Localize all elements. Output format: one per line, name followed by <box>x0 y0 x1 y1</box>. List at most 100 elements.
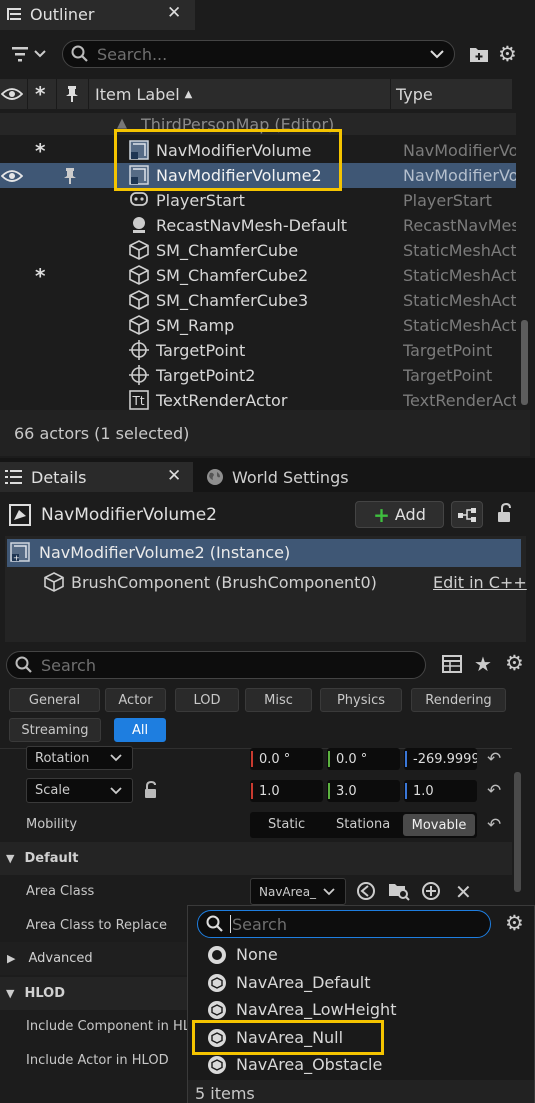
scale-dropdown[interactable]: Scale <box>26 778 133 803</box>
reset-rotation-icon[interactable]: ↶ <box>487 749 501 769</box>
collapse-triangle-icon: ▼ <box>6 987 15 1000</box>
details-scrollbar[interactable] <box>514 772 521 892</box>
reset-scale-icon[interactable]: ↶ <box>487 781 501 801</box>
static-mesh-icon <box>129 265 149 285</box>
picker-search-placeholder: Search <box>232 914 287 934</box>
filter-tab-rendering[interactable]: Rendering <box>411 688 506 712</box>
search-icon <box>15 656 32 673</box>
browse-asset-icon[interactable] <box>388 881 410 905</box>
row-type: StaticMeshActor <box>403 316 516 335</box>
outliner-close-icon[interactable]: ✕ <box>167 3 181 23</box>
row-type: RecastNavMesh <box>403 216 516 235</box>
rotation-dropdown[interactable]: Rotation <box>26 746 133 770</box>
collapse-triangle-icon: ▼ <box>6 852 15 865</box>
outliner-row[interactable]: SM_ChamferCube3 StaticMeshActor <box>0 288 516 313</box>
picker-option-none[interactable]: None <box>208 945 278 964</box>
picker-option-default[interactable]: NavArea_Default <box>208 973 371 992</box>
world-settings-tab-label: World Settings <box>232 467 349 487</box>
use-selected-asset-icon[interactable] <box>356 881 376 905</box>
pin-icon[interactable] <box>63 167 77 189</box>
globe-icon <box>207 469 223 485</box>
outliner-filter-button[interactable] <box>10 44 50 64</box>
picker-settings-gear-icon[interactable]: ⚙ <box>505 912 524 934</box>
picker-search[interactable]: Search <box>197 910 491 938</box>
details-close-icon[interactable]: ✕ <box>167 466 181 486</box>
outliner-status-text: 66 actors (1 selected) <box>14 424 190 443</box>
visibility-column-eye-icon[interactable] <box>0 86 24 106</box>
outliner-row[interactable]: TargetPoint TargetPoint <box>0 338 516 363</box>
type-column-header[interactable]: Type <box>396 85 433 104</box>
add-new-icon[interactable] <box>421 881 441 905</box>
area-class-dropdown[interactable]: NavArea_ <box>250 878 346 905</box>
header-divider <box>390 79 391 109</box>
mobility-movable-label: Movable <box>411 817 467 833</box>
unsaved-column-star-icon[interactable]: * <box>35 82 45 106</box>
actor-name[interactable]: NavModifierVolume2 <box>41 505 217 525</box>
visibility-eye-icon[interactable] <box>0 168 24 188</box>
edit-in-cpp-link[interactable]: Edit in C++ <box>433 573 527 592</box>
filter-tab-misc[interactable]: Misc <box>245 688 312 712</box>
filter-tab-all[interactable]: All <box>114 718 166 742</box>
add-component-label: Add <box>394 505 426 524</box>
outliner-row[interactable]: PlayerStart PlayerStart <box>0 188 516 213</box>
outliner-settings-gear-icon[interactable]: ⚙ <box>498 44 517 65</box>
scale-z-value: 1.0 <box>413 783 434 799</box>
search-icon <box>71 45 88 62</box>
header-divider <box>27 79 28 109</box>
filter-tab-streaming[interactable]: Streaming <box>9 718 101 742</box>
picker-option-obstacle[interactable]: NavArea_Obstacle <box>208 1055 382 1074</box>
filter-tab-general[interactable]: General <box>9 688 100 712</box>
chevron-down-icon <box>323 887 335 895</box>
outliner-scrollbar[interactable] <box>521 320 528 405</box>
item-label-column-header[interactable]: Item Label ▲ <box>95 85 192 104</box>
rotation-z-field[interactable]: -269.9999 <box>404 748 477 770</box>
filter-tab-actor[interactable]: Actor <box>105 688 166 712</box>
blueprint-button[interactable] <box>451 501 483 528</box>
picker-option-lowheight[interactable]: NavArea_LowHeight <box>208 1000 396 1019</box>
instance-label: NavModifierVolume2 (Instance) <box>39 543 291 562</box>
clear-icon[interactable]: ✕ <box>455 880 472 904</box>
area-class-value: NavArea_ <box>259 884 317 899</box>
plus-icon: + <box>373 502 390 527</box>
outliner-row[interactable]: * SM_ChamferCube2 StaticMeshActor <box>0 263 516 288</box>
row-type: StaticMeshActor <box>403 241 516 260</box>
scale-y-value: 3.0 <box>336 783 357 799</box>
brush-component-label[interactable]: BrushComponent (BrushComponent0) <box>71 573 377 592</box>
outliner-row[interactable]: RecastNavMesh-Default RecastNavMesh <box>0 213 516 238</box>
favorites-star-icon[interactable]: ★ <box>474 652 492 676</box>
scale-lock-icon[interactable] <box>143 780 159 803</box>
outliner-row[interactable]: SM_ChamferCube StaticMeshActor <box>0 238 516 263</box>
section-default[interactable]: ▼ Default <box>0 842 512 875</box>
row-label: TextRenderActor <box>156 391 288 410</box>
scale-x-field[interactable]: 1.0 <box>250 780 323 802</box>
mobility-movable[interactable]: Movable <box>403 814 475 836</box>
row-label: SM_ChamferCube <box>156 241 299 260</box>
details-tab-content: Details <box>5 466 86 488</box>
scale-y-field[interactable]: 3.0 <box>327 780 400 802</box>
property-matrix-icon[interactable] <box>442 655 462 677</box>
details-search[interactable]: Search <box>6 651 426 679</box>
filter-tab-physics[interactable]: Physics <box>320 688 402 712</box>
mobility-stationary[interactable]: Stationa <box>336 817 394 832</box>
world-settings-tab[interactable]: World Settings <box>206 466 349 488</box>
picker-option-label: NavArea_Default <box>236 973 371 992</box>
add-folder-icon[interactable] <box>469 45 489 67</box>
row-type: PlayerStart <box>403 191 492 210</box>
reset-mobility-icon[interactable]: ↶ <box>487 815 501 835</box>
chevron-down-icon[interactable] <box>430 49 444 59</box>
rotation-y-field[interactable]: 0.0 ° <box>327 748 400 770</box>
row-type: StaticMeshActor <box>403 291 516 310</box>
filter-tab-lod[interactable]: LOD <box>175 688 239 712</box>
row-label: SM_Ramp <box>156 316 235 335</box>
pin-column-pin-icon[interactable] <box>65 85 79 107</box>
outliner-search[interactable]: Search... <box>62 40 455 68</box>
scale-z-field[interactable]: 1.0 <box>404 780 477 802</box>
add-component-button[interactable]: + Add <box>355 501 444 528</box>
mobility-static[interactable]: Static <box>268 817 305 832</box>
lock-open-icon[interactable] <box>497 502 515 527</box>
outliner-row[interactable]: SM_Ramp StaticMeshActor <box>0 313 516 338</box>
outliner-row[interactable]: TargetPoint2 TargetPoint <box>0 363 516 388</box>
rotation-x-field[interactable]: 0.0 ° <box>250 748 323 770</box>
details-settings-gear-icon[interactable]: ⚙ <box>505 652 524 674</box>
rotation-label: Rotation <box>35 750 90 766</box>
